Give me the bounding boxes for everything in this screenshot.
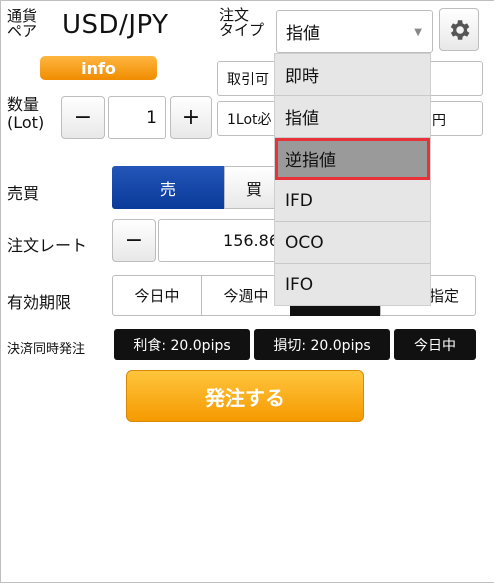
chevron-down-icon: ▼ xyxy=(414,27,422,38)
info-button[interactable]: info xyxy=(40,56,157,80)
expiry-label: 有効期限 xyxy=(7,293,72,312)
required-margin-unit: 円 xyxy=(432,113,446,129)
order-rate-input[interactable]: 156.86 xyxy=(158,219,288,262)
tradable-amount-text: 取引可 xyxy=(227,71,269,88)
currency-pair-value[interactable]: USD/JPY xyxy=(62,10,168,40)
gear-icon xyxy=(450,19,470,40)
settings-button[interactable] xyxy=(439,8,479,51)
stop-loss-button[interactable]: 損切: 20.0pips xyxy=(254,329,390,360)
side-label: 売買 xyxy=(7,184,40,203)
order-type-dropdown: 即時 指値 逆指値 IFD OCO IFO xyxy=(274,53,431,306)
sell-button[interactable]: 売 xyxy=(112,166,224,209)
order-type-option-market[interactable]: 即時 xyxy=(275,54,430,96)
order-type-option-stop[interactable]: 逆指値 xyxy=(275,138,430,180)
order-rate-label: 注文レート xyxy=(7,236,88,255)
order-type-option-ifd[interactable]: IFD xyxy=(275,180,430,222)
quantity-input[interactable]: 1 xyxy=(108,96,166,139)
required-margin-text: 1Lot必 xyxy=(227,111,272,128)
order-type-option-oco[interactable]: OCO xyxy=(275,222,430,264)
order-type-select[interactable]: 指値 ▼ xyxy=(276,10,433,53)
settlement-label: 決済同時発注 xyxy=(7,342,86,357)
quantity-label: 数量 (Lot) xyxy=(7,95,45,132)
quantity-minus-button[interactable]: − xyxy=(61,96,105,139)
expiry-today-button[interactable]: 今日中 xyxy=(112,275,202,316)
order-type-label: 注文 タイプ xyxy=(219,6,265,39)
order-type-option-ifo[interactable]: IFO xyxy=(275,264,430,306)
rate-minus-button[interactable]: − xyxy=(112,219,156,262)
take-profit-button[interactable]: 利食: 20.0pips xyxy=(114,329,250,360)
place-order-button[interactable]: 発注する xyxy=(126,370,364,422)
currency-pair-label: 通貨 ペア xyxy=(7,7,38,40)
settlement-expiry-button[interactable]: 今日中 xyxy=(394,329,476,360)
buy-label: 買 xyxy=(245,179,262,199)
order-type-selected: 指値 xyxy=(286,24,320,44)
quantity-plus-button[interactable]: + xyxy=(170,96,212,139)
order-type-option-limit[interactable]: 指値 xyxy=(275,96,430,138)
